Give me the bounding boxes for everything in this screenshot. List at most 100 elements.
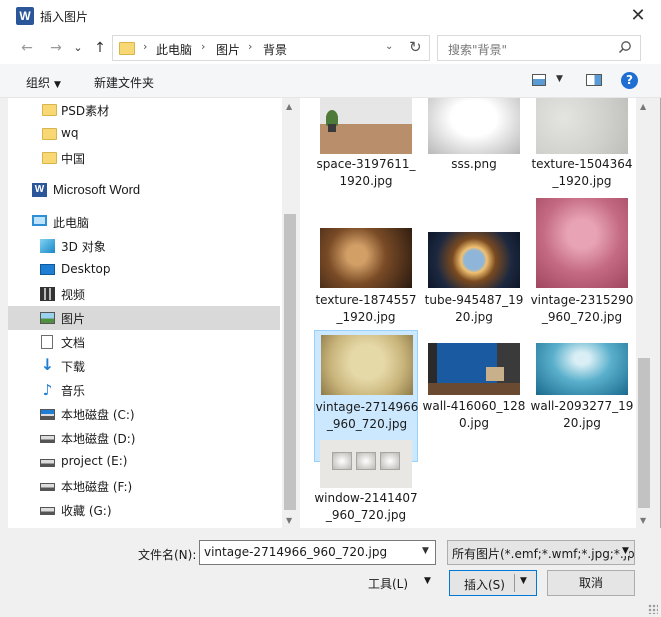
sidebar-item-documents[interactable]: 文档 bbox=[8, 330, 280, 354]
file-item[interactable]: wall-416060_1280.jpg bbox=[422, 330, 526, 462]
sidebar-item-label: PSD素材 bbox=[61, 104, 110, 118]
folder-icon bbox=[42, 128, 57, 140]
breadcrumb-backgrounds[interactable]: 背景 bbox=[263, 41, 287, 58]
chevron-down-icon[interactable]: ▼ bbox=[422, 546, 429, 556]
folder-icon bbox=[119, 42, 135, 55]
sidebar-scroll-thumb[interactable] bbox=[284, 214, 296, 510]
tools-caret-icon[interactable]: ▼ bbox=[424, 576, 431, 586]
file-name: window-2141407_960_720.jpg bbox=[314, 491, 418, 522]
folder-icon bbox=[42, 152, 57, 164]
insert-picture-dialog: W 插入图片 ✕ ← → ⌄ ↑ › 此电脑 › 图片 › 背景 ⌄ ↻ 搜索"… bbox=[0, 0, 661, 617]
back-arrow-icon[interactable]: ← bbox=[17, 38, 37, 58]
tools-button[interactable]: 工具(L) bbox=[368, 575, 408, 592]
preview-pane-icon[interactable] bbox=[586, 74, 602, 86]
cancel-button[interactable]: 取消 bbox=[547, 570, 635, 596]
sidebar-item-drive-f[interactable]: 本地磁盘 (F:) bbox=[8, 474, 280, 498]
sidebar-item-drive-e[interactable]: project (E:) bbox=[8, 450, 280, 474]
breadcrumb-pictures[interactable]: 图片 bbox=[216, 41, 240, 58]
sidebar-item-china[interactable]: 中国 bbox=[8, 146, 280, 170]
scroll-up-icon[interactable]: ▲ bbox=[286, 102, 292, 111]
sidebar-item-music[interactable]: ♪ 音乐 bbox=[8, 378, 280, 402]
sidebar-item-label: project (E:) bbox=[61, 454, 128, 468]
filename-input[interactable]: vintage-2714966_960_720.jpg ▼ bbox=[199, 540, 436, 565]
sidebar-item-label: 文档 bbox=[61, 336, 86, 350]
file-list-scroll-thumb[interactable] bbox=[638, 358, 650, 508]
sidebar-item-drive-d[interactable]: 本地磁盘 (D:) bbox=[8, 426, 280, 450]
breadcrumb-separator: › bbox=[248, 40, 253, 53]
file-name: vintage-2315290_960_720.jpg bbox=[530, 293, 634, 324]
view-caret-icon[interactable]: ▼ bbox=[556, 74, 563, 84]
music-icon: ♪ bbox=[42, 381, 53, 399]
recent-locations-icon[interactable]: ⌄ bbox=[68, 38, 88, 58]
sidebar-item-label: 中国 bbox=[61, 152, 86, 166]
sidebar-item-drive-c[interactable]: 本地磁盘 (C:) bbox=[8, 402, 280, 426]
view-options-icon[interactable] bbox=[532, 74, 546, 86]
sidebar-item-label: 视频 bbox=[61, 288, 86, 302]
sidebar-item-downloads[interactable]: ↓ 下载 bbox=[8, 354, 280, 378]
system-drive-icon bbox=[40, 409, 55, 420]
drive-icon bbox=[40, 459, 55, 467]
file-item[interactable]: tube-945487_1920.jpg bbox=[422, 202, 526, 334]
thumbnail-parchment bbox=[321, 335, 413, 395]
thumbnail-room-floor bbox=[320, 98, 412, 154]
organize-button[interactable]: 组织 ▼ bbox=[26, 74, 61, 91]
navigation-bar: ← → ⌄ ↑ › 此电脑 › 图片 › 背景 ⌄ ↻ 搜索"背景" bbox=[0, 32, 661, 64]
thumbnail-grunge-brown bbox=[320, 228, 412, 288]
document-icon bbox=[41, 335, 53, 349]
filename-label: 文件名(N): bbox=[138, 548, 197, 562]
scroll-down-icon[interactable]: ▼ bbox=[640, 516, 646, 525]
file-item[interactable]: space-3197611_1920.jpg bbox=[314, 98, 418, 198]
thumbnail-blue-gradient bbox=[536, 343, 628, 395]
insert-label: 插入(S) bbox=[464, 578, 505, 592]
drive-icon bbox=[40, 507, 55, 515]
scroll-up-icon[interactable]: ▲ bbox=[640, 102, 646, 111]
scroll-down-icon[interactable]: ▼ bbox=[286, 516, 292, 525]
sidebar-item-3d-objects[interactable]: 3D 对象 bbox=[8, 234, 280, 258]
folder-icon bbox=[42, 104, 57, 116]
refresh-icon[interactable]: ↻ bbox=[409, 38, 422, 56]
address-bar[interactable]: › 此电脑 › 图片 › 背景 ⌄ ↻ bbox=[112, 35, 430, 61]
chevron-down-icon[interactable]: ⌄ bbox=[385, 41, 393, 52]
file-type-filter[interactable]: 所有图片(*.emf;*.wmf;*.jpg;*.jp ▼ bbox=[447, 540, 635, 565]
breadcrumb-this-pc[interactable]: 此电脑 bbox=[156, 41, 192, 58]
download-icon: ↓ bbox=[40, 355, 55, 374]
word-app-icon: W bbox=[16, 7, 34, 25]
forward-arrow-icon[interactable]: → bbox=[46, 38, 66, 58]
sidebar-item-microsoft-word[interactable]: W Microsoft Word bbox=[8, 178, 280, 202]
sidebar-item-desktop[interactable]: Desktop bbox=[8, 258, 280, 282]
sidebar-item-drive-g[interactable]: 收藏 (G:) bbox=[8, 498, 280, 522]
desktop-icon bbox=[40, 264, 55, 275]
up-arrow-icon[interactable]: ↑ bbox=[90, 38, 110, 58]
help-icon[interactable]: ? bbox=[621, 72, 638, 89]
file-item[interactable]: window-2141407_960_720.jpg bbox=[314, 430, 418, 528]
file-name: tube-945487_1920.jpg bbox=[424, 293, 524, 324]
insert-options-icon[interactable]: ▼ bbox=[520, 576, 527, 586]
sidebar-item-videos[interactable]: 视频 bbox=[8, 282, 280, 306]
file-item[interactable]: texture-1504364_1920.jpg bbox=[530, 98, 634, 198]
file-item[interactable]: sss.png bbox=[422, 98, 526, 198]
sidebar-item-pictures[interactable]: 图片 bbox=[8, 306, 280, 330]
thumbnail-pink-grunge bbox=[536, 198, 628, 288]
sidebar-item-label: wq bbox=[61, 126, 79, 140]
new-folder-button[interactable]: 新建文件夹 bbox=[94, 74, 154, 91]
sidebar-item-label: 此电脑 bbox=[53, 216, 90, 230]
close-button[interactable]: ✕ bbox=[626, 4, 650, 28]
file-item[interactable]: wall-2093277_1920.jpg bbox=[530, 330, 634, 462]
sidebar-item-label: 音乐 bbox=[61, 384, 86, 398]
thumbnail-white-room bbox=[428, 98, 520, 154]
sidebar-item-psd[interactable]: PSD素材 bbox=[8, 98, 280, 122]
file-name: wall-416060_1280.jpg bbox=[422, 399, 526, 430]
sidebar-item-this-pc[interactable]: 此电脑 bbox=[8, 210, 280, 234]
search-box[interactable]: 搜索"背景" bbox=[437, 35, 641, 61]
file-name: space-3197611_1920.jpg bbox=[316, 157, 416, 188]
thumbnail-windows-wall bbox=[320, 440, 412, 488]
file-item[interactable]: texture-1874557_1920.jpg bbox=[314, 202, 418, 334]
resize-grip-icon[interactable] bbox=[648, 604, 658, 614]
file-item[interactable]: vintage-2315290_960_720.jpg bbox=[530, 198, 634, 330]
insert-button[interactable]: 插入(S) ▼ bbox=[449, 570, 537, 596]
sidebar-item-wq[interactable]: wq bbox=[8, 122, 280, 146]
sidebar-item-label: Desktop bbox=[61, 262, 111, 276]
search-icon[interactable] bbox=[618, 40, 632, 54]
chevron-down-icon[interactable]: ▼ bbox=[622, 546, 629, 556]
sidebar-item-label: 本地磁盘 (C:) bbox=[61, 408, 135, 422]
